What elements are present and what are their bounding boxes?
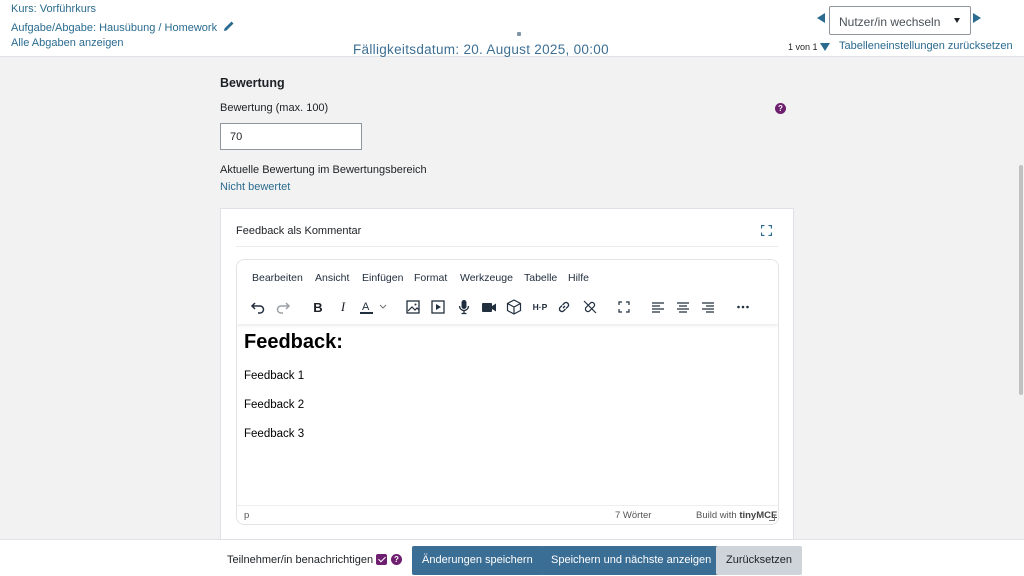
reset-table-settings-link[interactable]: Tabelleneinstellungen zurücksetzen [839, 40, 1013, 52]
menu-insert[interactable]: Einfügen [362, 272, 403, 284]
tinymce-branding[interactable]: Build with tinyMCE [696, 510, 777, 521]
grader-header: Kurs: Vorführkurs Aufgabe/Abgabe: Hausüb… [0, 0, 1024, 57]
menu-tools[interactable]: Werkzeuge [460, 272, 513, 284]
bold-icon[interactable]: B [309, 298, 327, 316]
clipped-text-fragment [490, 30, 530, 36]
unlink-icon[interactable] [581, 298, 599, 316]
editor-menubar: Bearbeiten Ansicht Einfügen Format Werkz… [237, 260, 778, 290]
editor-toolbar: B I A H·P [237, 290, 778, 324]
cube-icon[interactable] [505, 298, 523, 316]
word-count[interactable]: 7 Wörter [615, 510, 651, 521]
notify-checkbox[interactable] [376, 554, 387, 565]
fullscreen-icon[interactable] [615, 298, 633, 316]
resize-handle-icon[interactable] [769, 515, 775, 521]
align-right-icon[interactable] [699, 298, 717, 316]
link-icon[interactable] [555, 298, 573, 316]
editor-content[interactable]: Feedback: Feedback 1 Feedback 2 Feedback… [237, 326, 778, 506]
all-submissions-link[interactable]: Alle Abgaben anzeigen [11, 37, 124, 49]
pencil-icon[interactable] [223, 20, 235, 32]
menu-edit[interactable]: Bearbeiten [252, 272, 303, 284]
menu-help[interactable]: Hilfe [568, 272, 589, 284]
align-left-icon[interactable] [649, 298, 667, 316]
help-icon[interactable]: ? [775, 103, 786, 114]
expand-icon[interactable] [761, 225, 772, 236]
build-with-label: Build with [696, 510, 737, 521]
sticky-footer: Teilnehmer/in benachrichtigen ? Änderung… [0, 539, 1024, 576]
current-grade-label: Aktuelle Bewertung im Bewertungsbereich [220, 164, 427, 176]
help-icon[interactable]: ? [391, 554, 402, 565]
redo-icon[interactable] [274, 298, 292, 316]
divider [236, 246, 778, 247]
rich-text-editor: Bearbeiten Ansicht Einfügen Format Werkz… [236, 259, 779, 525]
element-path[interactable]: p [244, 510, 249, 521]
h5p-icon[interactable]: H·P [530, 298, 550, 316]
due-date: Fälligkeitsdatum: 20. August 2025, 00:00 [353, 42, 609, 57]
user-select-placeholder: Nutzer/in wechseln [839, 15, 941, 29]
feedback-panel: Feedback als Kommentar Bearbeiten Ansich… [220, 208, 794, 543]
scrollbar-thumb[interactable] [1019, 165, 1023, 395]
align-center-icon[interactable] [674, 298, 692, 316]
chevron-down-icon [954, 18, 960, 23]
user-select[interactable]: Nutzer/in wechseln [829, 6, 971, 35]
italic-icon[interactable]: I [334, 298, 352, 316]
save-button[interactable]: Änderungen speichern [412, 546, 543, 575]
filter-icon[interactable] [820, 43, 830, 51]
assignment-link-row: Aufgabe/Abgabe: Hausübung / Homework [11, 20, 235, 34]
reset-button[interactable]: Zurücksetzen [716, 546, 803, 575]
text-color-icon[interactable]: A [359, 298, 389, 316]
course-link[interactable]: Kurs: Vorführkurs [11, 3, 96, 15]
grading-section-title: Bewertung [220, 76, 285, 90]
content-heading: Feedback: [244, 331, 343, 353]
menu-table[interactable]: Tabelle [524, 272, 557, 284]
menu-view[interactable]: Ansicht [315, 272, 349, 284]
menu-format[interactable]: Format [414, 272, 447, 284]
editor-statusbar: p 7 Wörter Build with tinyMCE [237, 505, 778, 524]
previous-user-icon[interactable] [817, 13, 825, 23]
microphone-icon[interactable] [455, 298, 473, 316]
assignment-link[interactable]: Aufgabe/Abgabe: Hausübung / Homework [11, 22, 217, 34]
undo-icon[interactable] [249, 298, 267, 316]
current-grade-status[interactable]: Nicht bewertet [220, 181, 290, 193]
content-line: Feedback 2 [244, 399, 305, 411]
image-icon[interactable] [404, 298, 422, 316]
content-line: Feedback 1 [244, 370, 305, 382]
svg-text:A: A [362, 301, 370, 313]
feedback-title: Feedback als Kommentar [236, 225, 362, 237]
grade-input[interactable]: 70 [220, 123, 362, 150]
video-icon[interactable] [480, 298, 498, 316]
next-user-icon[interactable] [973, 13, 981, 23]
pager-count: 1 von 1 [788, 42, 818, 52]
media-icon[interactable] [429, 298, 447, 316]
content-line: Feedback 3 [244, 428, 305, 440]
save-next-button[interactable]: Speichern und nächste anzeigen [541, 546, 722, 575]
more-icon[interactable] [734, 298, 752, 316]
notify-label: Teilnehmer/in benachrichtigen [227, 554, 374, 566]
grade-label: Bewertung (max. 100) [220, 102, 329, 114]
